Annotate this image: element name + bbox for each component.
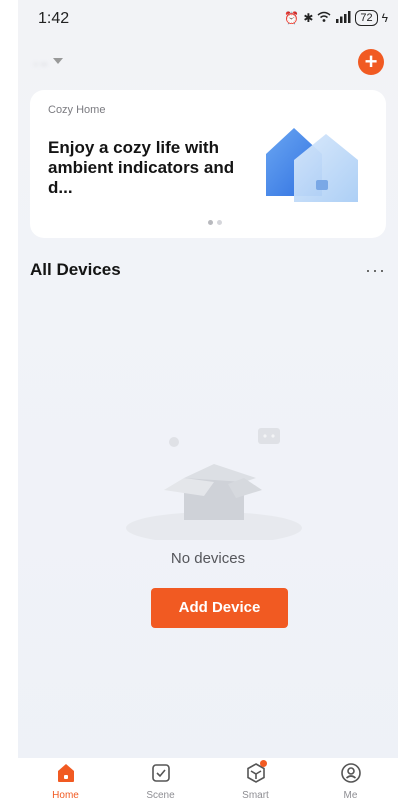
tab-home[interactable]: Home [31,758,101,808]
add-device-button[interactable]: Add Device [151,588,288,628]
house-illustration-icon [266,128,358,202]
alarm-icon: ⏰ [284,11,300,25]
tab-smart[interactable]: Smart [221,758,291,808]
section-title: All Devices [30,260,121,279]
pagination-dot [217,220,222,225]
banner-headline: Enjoy a cozy life with ambient indicator… [48,138,235,197]
banner-label: Cozy Home [48,104,106,116]
battery-indicator: 72 [355,10,378,26]
home-selector[interactable]: . .. [34,50,134,72]
status-bar: 1:42 ⏰ ✱ 72 ϟ [18,0,398,40]
tab-label: Scene [146,790,175,801]
scene-check-icon [151,764,170,782]
home-icon [57,764,74,782]
banner-pagination [208,220,222,225]
chevron-down-icon [53,58,64,64]
more-options-icon[interactable]: ··· [365,260,386,281]
tab-label: Smart [242,790,269,801]
empty-box-illustration [126,428,302,540]
wifi-icon [317,11,331,26]
tab-me[interactable]: Me [316,758,386,808]
tab-label: Me [343,790,358,801]
smart-icon-wrap [245,760,267,784]
status-icons: ⏰ ✱ 72 ϟ [284,10,388,26]
status-time: 1:42 [38,10,70,27]
promo-banner[interactable]: Cozy Home Enjoy a cozy life with ambient… [30,90,386,238]
app-screen: 1:42 ⏰ ✱ 72 ϟ . .. + Cozy Home Enjoy a c… [18,0,398,808]
home-name: . .. [34,54,48,68]
empty-state-text: No devices [170,550,246,567]
tab-label: Home [52,790,79,801]
pagination-dot-active [208,220,213,225]
add-icon[interactable]: + [358,49,384,75]
tab-bar: Home Scene Smart Me [18,758,398,808]
charging-icon: ϟ [381,11,388,25]
notification-badge [259,760,267,767]
bluetooth-icon: ✱ [303,11,314,25]
profile-icon [340,763,361,783]
tab-scene[interactable]: Scene [126,758,196,808]
signal-icon [335,10,351,26]
